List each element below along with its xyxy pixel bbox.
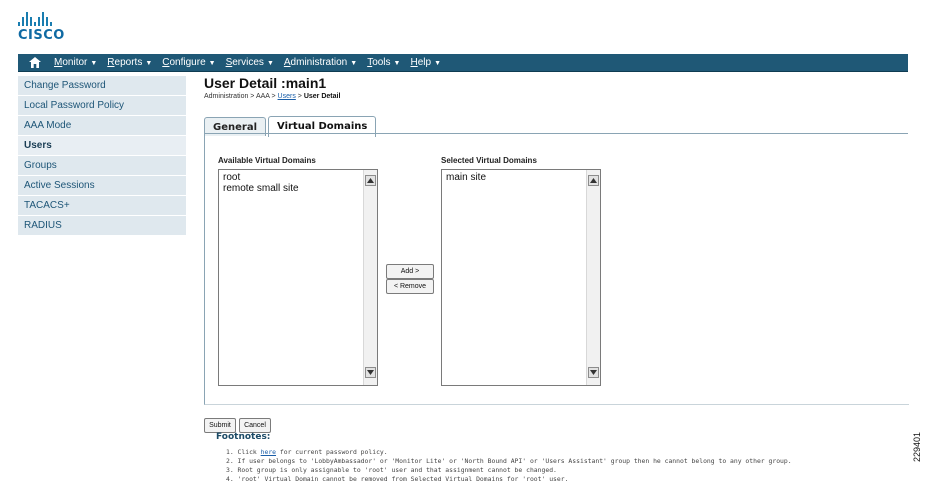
- nav-tools[interactable]: Tools ▼: [367, 57, 400, 68]
- sidebar: Change Password Local Password Policy AA…: [18, 76, 186, 236]
- available-domains-list[interactable]: root remote small site: [218, 169, 378, 386]
- footnote-1-suffix: for current password policy.: [276, 448, 388, 456]
- list-item[interactable]: main site: [442, 172, 600, 183]
- chevron-down-icon: ▼: [266, 60, 274, 67]
- selected-domains-list[interactable]: main site: [441, 169, 601, 386]
- list-item[interactable]: remote small site: [219, 183, 377, 194]
- breadcrumb-current: User Detail: [303, 93, 341, 100]
- sidebar-item-radius[interactable]: RADIUS: [18, 216, 186, 236]
- cisco-logo: CISCO: [18, 12, 78, 46]
- nav-configure[interactable]: Configure ▼: [162, 57, 215, 68]
- scrollbar[interactable]: [586, 170, 600, 385]
- sidebar-item-groups[interactable]: Groups: [18, 156, 186, 176]
- list-item[interactable]: root: [219, 172, 377, 183]
- sidebar-item-tacacs[interactable]: TACACS+: [18, 196, 186, 216]
- chevron-down-icon: ▼: [350, 60, 358, 67]
- breadcrumb: Administration > AAA > Users > User Deta…: [204, 93, 340, 100]
- page-title: User Detail :main1: [204, 75, 327, 91]
- scroll-up-icon[interactable]: [588, 175, 599, 186]
- sidebar-item-local-password-policy[interactable]: Local Password Policy: [18, 96, 186, 116]
- breadcrumb-link-users[interactable]: Users: [278, 93, 296, 100]
- top-nav-bar: Monitor ▼ Reports ▼ Configure ▼ Services ▼ A…: [18, 54, 908, 72]
- figure-id: 229401: [912, 431, 922, 462]
- cisco-wordmark: CISCO: [18, 28, 65, 43]
- scroll-down-icon[interactable]: [365, 367, 376, 378]
- footnotes-title: Footnotes:: [216, 432, 271, 442]
- chevron-down-icon: ▼: [90, 60, 98, 67]
- sidebar-item-aaa-mode[interactable]: AAA Mode: [18, 116, 186, 136]
- virtual-domains-panel: Available Virtual Domains root remote sm…: [204, 134, 909, 405]
- chevron-down-icon: ▼: [393, 60, 401, 67]
- password-policy-link[interactable]: here: [261, 448, 276, 456]
- add-button[interactable]: Add >: [386, 264, 434, 279]
- footnote-3: 3. Root group is only assignable to 'roo…: [226, 466, 557, 474]
- nav-administration[interactable]: Administration ▼: [284, 57, 357, 68]
- home-icon[interactable]: [28, 56, 42, 69]
- breadcrumb-separator: >: [295, 93, 304, 100]
- chevron-down-icon: ▼: [145, 60, 153, 67]
- sidebar-item-change-password[interactable]: Change Password: [18, 76, 186, 96]
- selected-domains-label: Selected Virtual Domains: [441, 156, 537, 165]
- scrollbar[interactable]: [363, 170, 377, 385]
- footnote-1-prefix: 1. Click: [226, 448, 261, 456]
- scroll-up-icon[interactable]: [365, 175, 376, 186]
- nav-help[interactable]: Help ▼: [410, 57, 441, 68]
- footnote-4: 4. 'root' Virtual Domain cannot be remov…: [226, 475, 569, 483]
- scroll-down-icon[interactable]: [588, 367, 599, 378]
- sidebar-item-users[interactable]: Users: [18, 136, 186, 156]
- nav-monitor[interactable]: Monitor ▼: [54, 57, 97, 68]
- remove-button[interactable]: < Remove: [386, 279, 434, 294]
- breadcrumb-path: Administration > AAA >: [204, 93, 278, 100]
- footnote-1: 1. Click here for current password polic…: [226, 448, 388, 456]
- nav-reports[interactable]: Reports ▼: [107, 57, 152, 68]
- chevron-down-icon: ▼: [434, 60, 442, 67]
- available-domains-label: Available Virtual Domains: [218, 156, 316, 165]
- cisco-bars-icon: [18, 12, 78, 26]
- cancel-button[interactable]: Cancel: [239, 418, 271, 433]
- submit-button[interactable]: Submit: [204, 418, 236, 433]
- chevron-down-icon: ▼: [208, 60, 216, 67]
- footnote-2: 2. If user belongs to 'LobbyAmbassador' …: [226, 457, 792, 465]
- nav-services[interactable]: Services ▼: [226, 57, 274, 68]
- sidebar-item-active-sessions[interactable]: Active Sessions: [18, 176, 186, 196]
